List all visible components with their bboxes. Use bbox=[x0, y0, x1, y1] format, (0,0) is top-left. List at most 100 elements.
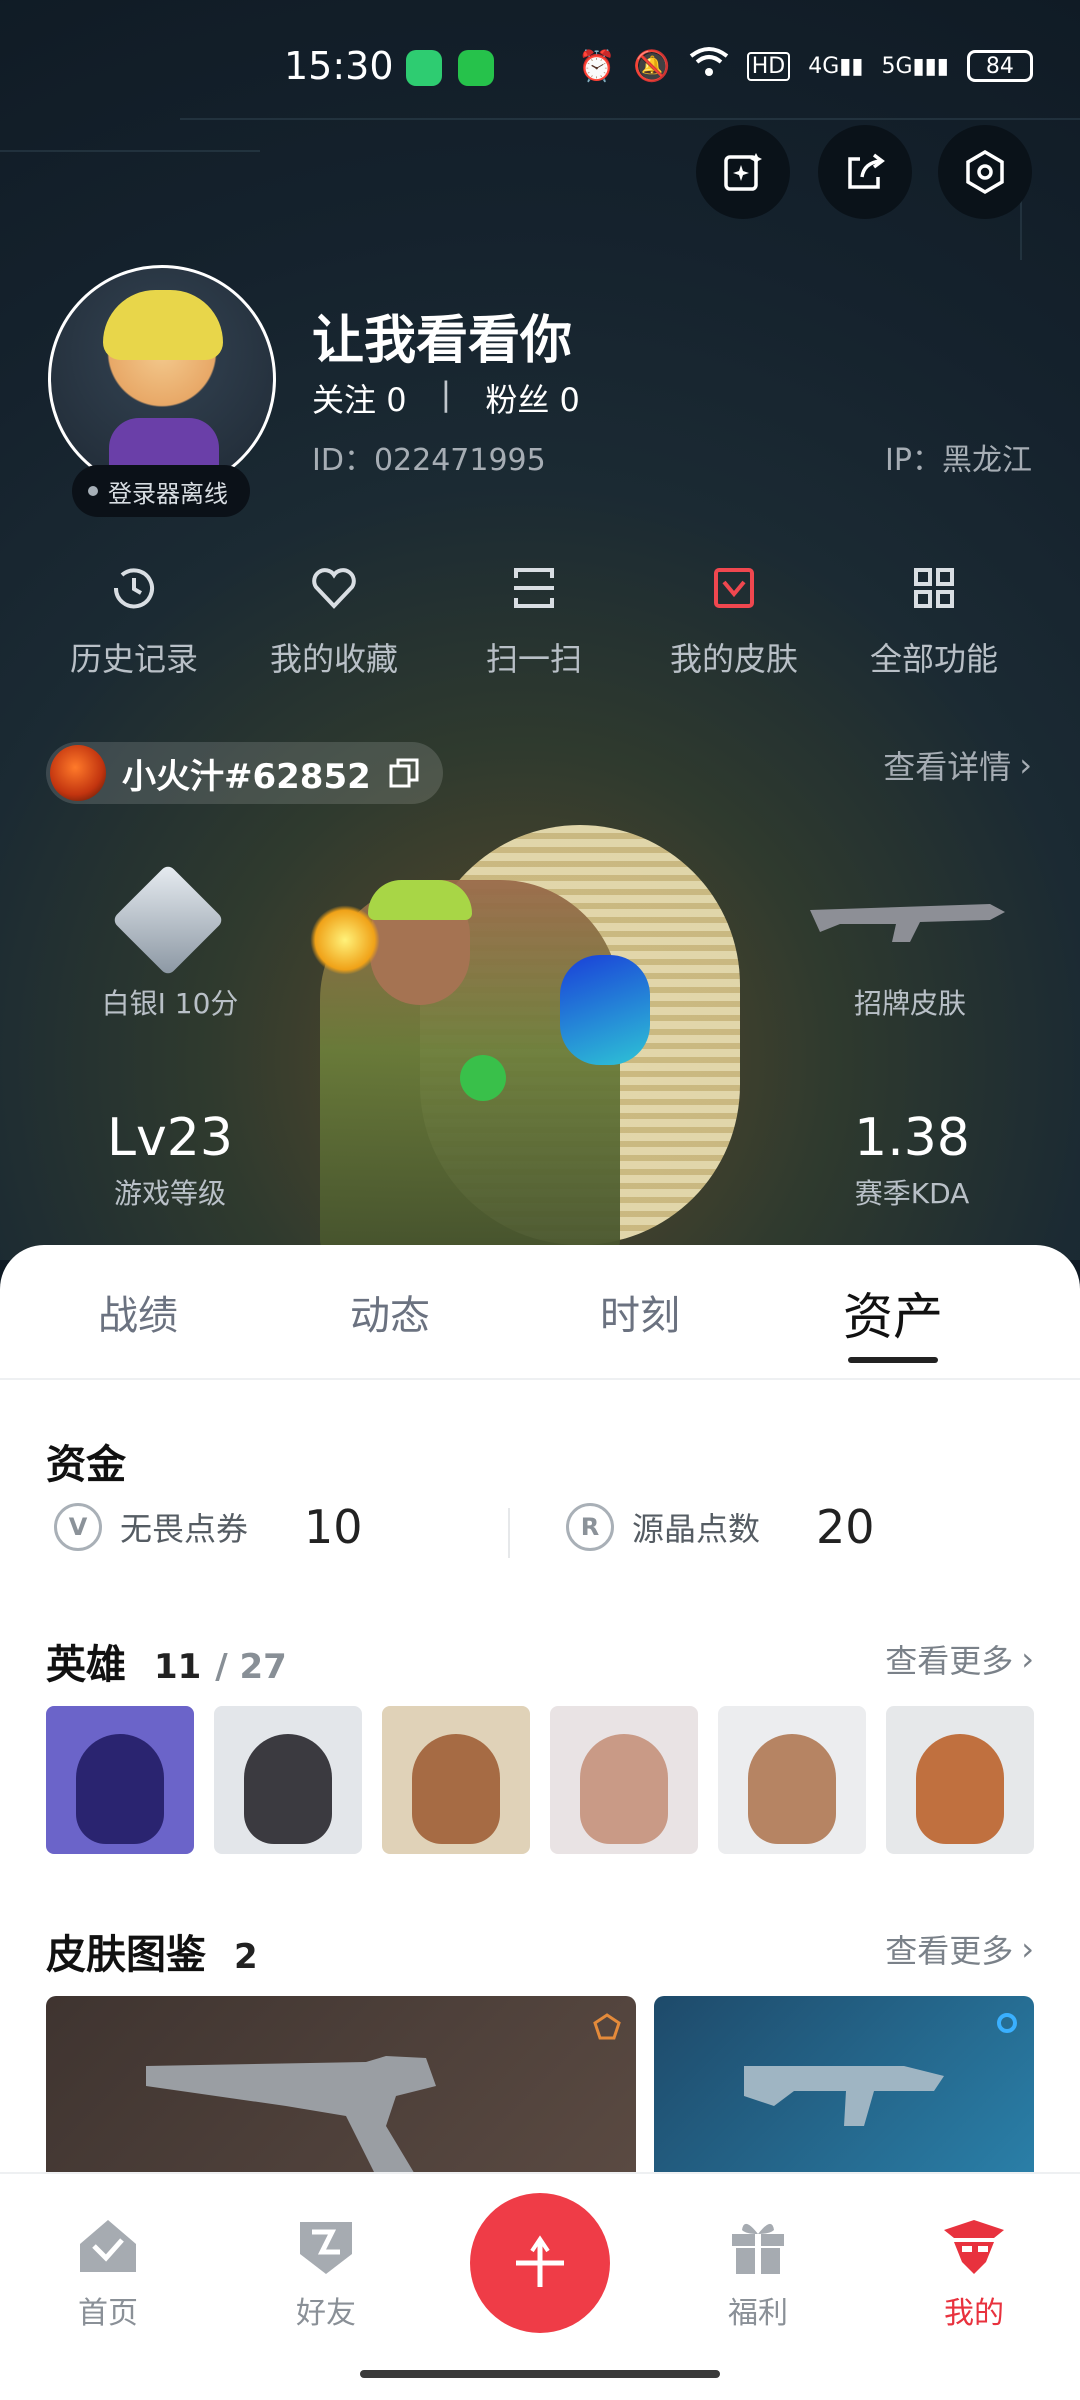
agent-orb bbox=[460, 1055, 506, 1101]
level-stat: Lv23 游戏等级 bbox=[70, 1108, 270, 1212]
nav-friends[interactable]: 好友 bbox=[256, 2212, 396, 2332]
hero-card[interactable] bbox=[718, 1706, 866, 1854]
following-stat[interactable]: 关注 0 bbox=[312, 375, 407, 421]
friends-icon bbox=[300, 2222, 352, 2274]
heroes-title: 英雄 bbox=[46, 1642, 126, 1688]
hero-portrait bbox=[916, 1734, 1004, 1844]
hero-card[interactable] bbox=[886, 1706, 1034, 1854]
message-app-icon bbox=[458, 50, 494, 86]
username: 让我看看你 bbox=[312, 311, 573, 371]
skins-count: 2 bbox=[234, 1937, 258, 1977]
quick-item-favorites[interactable]: 我的收藏 bbox=[234, 560, 434, 680]
quick-item-history[interactable]: 历史记录 bbox=[34, 560, 234, 680]
skins-more-link[interactable]: 查看更多 › bbox=[885, 1926, 1034, 1972]
fans-count: 0 bbox=[559, 381, 580, 419]
fund-label: 源晶点数 bbox=[632, 1510, 761, 1548]
copy-icon[interactable] bbox=[387, 756, 421, 790]
checkin-button[interactable] bbox=[696, 125, 790, 219]
player-tag-text: 小火汁#62852 bbox=[122, 756, 371, 797]
tab-records[interactable]: 战绩 bbox=[38, 1283, 238, 1341]
level-value: Lv23 bbox=[107, 1108, 233, 1168]
hero-card[interactable] bbox=[214, 1706, 362, 1854]
avatar[interactable] bbox=[48, 265, 276, 493]
funds-title: 资金 bbox=[46, 1442, 126, 1488]
fans-stat[interactable]: 粉丝 0 bbox=[485, 375, 580, 421]
fund-item-vp: V 无畏点券 10 bbox=[54, 1500, 363, 1554]
player-avatar bbox=[50, 745, 106, 801]
ip-location: IP：黑龙江 bbox=[885, 443, 1032, 478]
heroes-more-link[interactable]: 查看更多 › bbox=[885, 1636, 1034, 1682]
skins-title: 皮肤图鉴 bbox=[46, 1932, 206, 1978]
quick-item-skins[interactable]: 我的皮肤 bbox=[634, 560, 834, 680]
nav-label: 首页 bbox=[78, 2296, 138, 2331]
more-label: 查看更多 bbox=[885, 1642, 1014, 1680]
me-icon bbox=[944, 2220, 1004, 2274]
launcher-status-badge: 登录器离线 bbox=[72, 465, 250, 517]
launcher-status-text: 登录器离线 bbox=[108, 479, 228, 508]
fund-item-rp: R 源晶点数 20 bbox=[566, 1500, 875, 1554]
signature-skin-icon bbox=[810, 904, 1005, 942]
nav-label: 我的 bbox=[944, 2296, 1004, 2331]
nav-home[interactable]: 首页 bbox=[38, 2212, 178, 2332]
kda-value: 1.38 bbox=[854, 1108, 970, 1168]
tab-assets[interactable]: 资产 bbox=[793, 1277, 993, 1349]
signature-skin-label: 招牌皮肤 bbox=[853, 987, 966, 1020]
valorant-points-icon: V bbox=[54, 1503, 102, 1551]
gear-icon bbox=[966, 149, 1004, 195]
gift-icon bbox=[732, 2223, 784, 2274]
status-time: 15:30 bbox=[284, 44, 394, 88]
agent-fireball bbox=[310, 905, 380, 975]
view-detail-link[interactable]: 查看详情 › bbox=[883, 742, 1032, 788]
heroes-total-count: / 27 bbox=[215, 1647, 287, 1687]
scan-icon bbox=[514, 568, 554, 608]
share-button[interactable] bbox=[818, 125, 912, 219]
quick-item-label: 扫一扫 bbox=[485, 640, 582, 678]
nav-me[interactable]: 我的 bbox=[904, 2212, 1044, 2332]
quick-menu: 历史记录 我的收藏 扫一扫 我的皮肤 全部功能 bbox=[0, 560, 1080, 680]
fund-value: 10 bbox=[304, 1500, 363, 1554]
quick-item-all-features[interactable]: 全部功能 bbox=[834, 560, 1034, 680]
fund-divider bbox=[508, 1508, 510, 1558]
share-icon bbox=[848, 153, 885, 189]
skin-card[interactable] bbox=[46, 1996, 636, 2176]
hero-card[interactable] bbox=[46, 1706, 194, 1854]
settings-button[interactable] bbox=[938, 125, 1032, 219]
skin-card[interactable] bbox=[654, 1996, 1034, 2176]
hd-icon: HD bbox=[746, 51, 791, 81]
grid-icon bbox=[914, 568, 954, 608]
fund-label: 无畏点券 bbox=[120, 1510, 249, 1548]
fans-label: 粉丝 bbox=[485, 381, 550, 419]
heroes-header: 英雄 11 / 27 bbox=[46, 1632, 287, 1690]
nav-label: 福利 bbox=[728, 2296, 788, 2331]
mute-icon: 🔕 bbox=[633, 48, 671, 84]
agent-hair bbox=[368, 880, 472, 920]
signal-5g-icon: 5G▮▮▮ bbox=[881, 53, 949, 79]
player-tag[interactable]: 小火汁#62852 bbox=[46, 742, 443, 804]
follow-stats: 关注 0 | 粉丝 0 bbox=[312, 375, 580, 421]
quick-item-label: 全部功能 bbox=[869, 640, 998, 678]
quick-item-scan[interactable]: 扫一扫 bbox=[434, 560, 634, 680]
alarm-icon: ⏰ bbox=[578, 48, 616, 84]
kda-stat: 1.38 赛季KDA bbox=[812, 1108, 1012, 1212]
hero-card[interactable] bbox=[550, 1706, 698, 1854]
signal-4g-icon: 4G▮▮ bbox=[808, 53, 864, 79]
rank-label: 白银I 10分 bbox=[101, 987, 239, 1020]
tier-badge-icon bbox=[593, 2013, 621, 2040]
create-post-button[interactable] bbox=[470, 2193, 610, 2333]
hero-card[interactable] bbox=[382, 1706, 530, 1854]
tab-moments[interactable]: 时刻 bbox=[540, 1283, 740, 1341]
skins-header: 皮肤图鉴 2 bbox=[46, 1922, 258, 1980]
heart-icon bbox=[312, 568, 356, 609]
battery-icon: 84 bbox=[966, 50, 1033, 82]
tab-feed[interactable]: 动态 bbox=[290, 1283, 490, 1341]
quick-item-label: 我的皮肤 bbox=[669, 640, 798, 678]
level-label: 游戏等级 bbox=[113, 1177, 226, 1210]
more-label: 查看更多 bbox=[885, 1932, 1014, 1970]
view-detail-label: 查看详情 bbox=[883, 748, 1012, 786]
radianite-points-icon: R bbox=[566, 1503, 614, 1551]
nav-welfare[interactable]: 福利 bbox=[688, 2212, 828, 2332]
quick-item-label: 历史记录 bbox=[69, 640, 198, 678]
chevron-right-icon: › bbox=[1021, 1930, 1034, 1968]
nav-label: 好友 bbox=[296, 2296, 356, 2331]
fund-value: 20 bbox=[816, 1500, 875, 1554]
